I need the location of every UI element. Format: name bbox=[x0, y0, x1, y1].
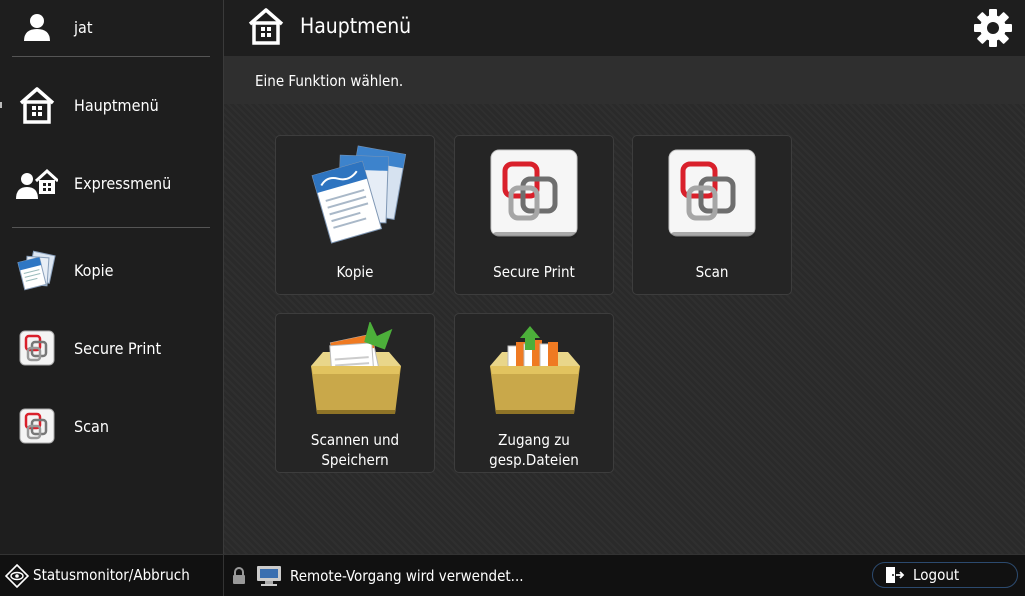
sidebar: jat Hauptmenü Expressmenü Kopie Secure P… bbox=[0, 0, 224, 554]
tile-kopie[interactable]: Kopie bbox=[275, 135, 435, 295]
remote-operation-message: Remote-Vorgang wird verwendet... bbox=[290, 567, 524, 585]
scan-icon bbox=[658, 144, 768, 244]
sidebar-item-scan[interactable]: Scan bbox=[0, 405, 223, 447]
status-monitor-icon bbox=[4, 563, 30, 589]
tile-label: Scannen und bbox=[310, 431, 400, 449]
function-grid: Kopie Secure Print Scan Scannen und Spei… bbox=[224, 104, 1025, 554]
stored-files-icon bbox=[480, 322, 590, 422]
sidebar-item-label: Hauptmenü bbox=[74, 96, 159, 115]
tile-secure-print[interactable]: Secure Print bbox=[454, 135, 614, 295]
sidebar-item-label: Scan bbox=[74, 417, 109, 436]
home-icon bbox=[246, 6, 286, 46]
settings-gear-icon[interactable] bbox=[972, 7, 1014, 49]
sidebar-item-label: Expressmenü bbox=[74, 174, 172, 193]
status-monitor-button[interactable]: Statusmonitor/Abbruch bbox=[0, 555, 224, 596]
sidebar-item-hauptmenu[interactable]: Hauptmenü bbox=[0, 84, 223, 126]
status-monitor-label: Statusmonitor/Abbruch bbox=[33, 566, 190, 584]
sidebar-item-secure-print[interactable]: Secure Print bbox=[0, 327, 223, 369]
tile-label: Speichern bbox=[321, 451, 389, 469]
logout-button[interactable]: Logout bbox=[872, 562, 1018, 588]
tile-label: Zugang zu bbox=[498, 431, 570, 449]
status-bar: Statusmonitor/Abbruch Remote-Vorgang wir… bbox=[0, 554, 1025, 596]
page-title: Hauptmenü bbox=[300, 14, 412, 38]
logout-label: Logout bbox=[913, 566, 960, 584]
tile-label: Scan bbox=[695, 263, 729, 281]
secure-print-icon bbox=[16, 327, 58, 369]
user-row[interactable]: jat bbox=[0, 6, 223, 48]
header: Hauptmenü bbox=[224, 0, 1025, 56]
home-icon bbox=[16, 84, 58, 126]
copy-icon bbox=[16, 249, 58, 291]
tile-label: Kopie bbox=[336, 263, 374, 281]
tile-label: gesp.Dateien bbox=[489, 451, 579, 469]
sidebar-item-label: Kopie bbox=[74, 261, 114, 280]
sidebar-item-label: Secure Print bbox=[74, 339, 162, 358]
express-menu-icon bbox=[16, 162, 58, 204]
lock-icon bbox=[232, 567, 246, 585]
tile-label: Secure Print bbox=[493, 263, 575, 281]
tile-scan[interactable]: Scan bbox=[632, 135, 792, 295]
sidebar-item-expressmenu[interactable]: Expressmenü bbox=[0, 162, 223, 204]
user-name: jat bbox=[74, 18, 93, 37]
secure-print-icon bbox=[480, 144, 590, 244]
sidebar-divider bbox=[12, 56, 210, 57]
user-icon bbox=[16, 6, 58, 48]
sidebar-divider bbox=[12, 227, 210, 228]
remote-monitor-icon bbox=[256, 565, 282, 587]
tile-zugang-zu-gesp-dateien[interactable]: Zugang zu gesp.Dateien bbox=[454, 313, 614, 473]
logout-door-icon bbox=[885, 566, 905, 584]
instruction-text: Eine Funktion wählen. bbox=[255, 72, 404, 90]
sidebar-item-kopie[interactable]: Kopie bbox=[0, 249, 223, 291]
tile-scannen-und-speichern[interactable]: Scannen und Speichern bbox=[275, 313, 435, 473]
instruction-bar: Eine Funktion wählen. bbox=[224, 56, 1025, 104]
scan-icon bbox=[16, 405, 58, 447]
copy-icon bbox=[301, 144, 411, 244]
scan-and-store-icon bbox=[301, 320, 411, 422]
